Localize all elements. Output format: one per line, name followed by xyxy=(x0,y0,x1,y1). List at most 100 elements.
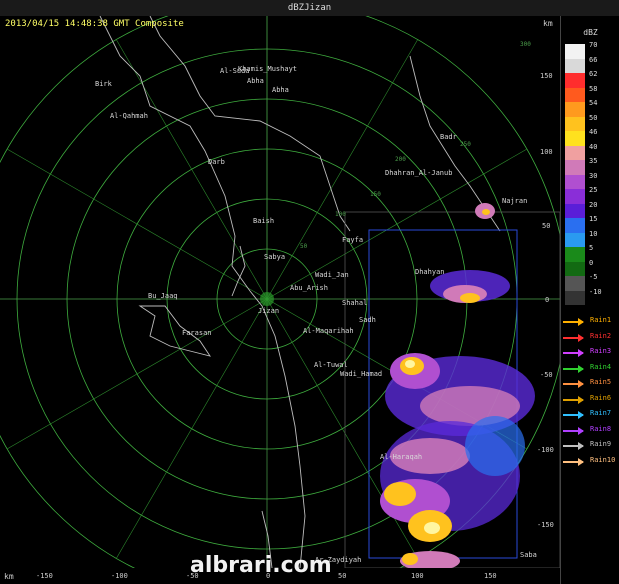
dbz-swatch-label: 50 xyxy=(589,113,598,122)
svg-text:150: 150 xyxy=(540,72,553,80)
legend-title: dBZ xyxy=(583,28,598,37)
dbz-swatch-label: 62 xyxy=(589,70,598,78)
city-label: Al-Haraqah xyxy=(380,453,422,461)
svg-text:200: 200 xyxy=(395,156,406,163)
km-unit-label-bottom: km xyxy=(4,572,14,581)
legend-panel: dBZ 70 66 62 58 54 50 46 40 35 30 25 20 15 10 5 0 -5 -10 … xyxy=(560,16,619,584)
rain-legend-label: Rain6 xyxy=(590,393,612,402)
dbz-swatch: 66 xyxy=(565,56,597,73)
radar-echoes xyxy=(260,203,535,568)
city-label: Najran xyxy=(502,197,527,205)
city-label: Abha xyxy=(272,86,289,94)
city-label: Al-Suda xyxy=(220,67,250,75)
dbz-swatch-label: 5 xyxy=(589,244,594,252)
dbz-swatch-label: 58 xyxy=(589,84,598,93)
arrow-icon xyxy=(563,333,584,342)
dbz-swatch: 0 xyxy=(565,259,593,276)
rain-legend-label: Rain2 xyxy=(590,331,612,340)
dbz-swatch: 25 xyxy=(565,186,597,204)
dbz-swatch-label: 46 xyxy=(589,128,598,136)
dbz-swatch: 54 xyxy=(565,99,597,117)
dbz-swatch: 46 xyxy=(565,128,597,146)
arrow-icon xyxy=(563,395,584,404)
arrow-icon xyxy=(563,457,584,466)
svg-text:100: 100 xyxy=(540,148,553,156)
svg-text:-100: -100 xyxy=(111,572,128,580)
dbz-swatch: -5 xyxy=(565,273,597,291)
dbz-swatch: 10 xyxy=(565,230,597,247)
rain-legend-label: Rain9 xyxy=(590,440,612,448)
svg-text:100: 100 xyxy=(335,211,346,218)
svg-text:50: 50 xyxy=(300,243,308,250)
svg-text:-100: -100 xyxy=(537,446,554,454)
rain-legend-label: Rain7 xyxy=(590,409,612,417)
city-label: Wadi_Hamad xyxy=(340,370,382,378)
dbz-swatch-label: -10 xyxy=(589,287,602,296)
arrow-icon xyxy=(563,442,584,450)
arrow-icon xyxy=(563,349,584,357)
dbz-color-scale: 70 66 62 58 54 50 46 40 35 30 25 20 15 10 5 0 -5 -10 xyxy=(565,41,602,305)
dbz-swatch-label: 30 xyxy=(589,171,598,180)
y-axis-ticks: 150 100 50 0 -50 -100 -150 xyxy=(537,72,554,529)
city-label: Abha xyxy=(247,77,264,85)
rain-legend-label: Rain5 xyxy=(590,378,612,386)
dbz-swatch-label: 10 xyxy=(589,229,598,238)
dbz-swatch-label: 20 xyxy=(589,200,598,209)
arrow-icon xyxy=(563,411,584,419)
dbz-swatch: 40 xyxy=(565,143,597,160)
svg-text:0: 0 xyxy=(545,296,549,304)
rain-legend-label: Rain8 xyxy=(590,424,612,433)
radar-map: 50 100 150 200 250 300 Khamis_Mushayt Al… xyxy=(0,16,560,568)
dbz-swatch: 50 xyxy=(565,114,597,131)
dbz-swatch-label: 25 xyxy=(589,186,598,194)
city-label: Sabya xyxy=(264,253,285,261)
dbz-swatch: 30 xyxy=(565,172,597,189)
dbz-swatch: 70 xyxy=(565,41,597,59)
city-label: Darb xyxy=(208,158,225,166)
arrow-icon xyxy=(563,426,584,435)
city-label: Fayfa xyxy=(342,236,363,244)
dbz-swatch: 20 xyxy=(565,201,597,218)
radar-display[interactable]: 50 100 150 200 250 300 Khamis_Mushayt Al… xyxy=(0,16,560,568)
dbz-swatch: 15 xyxy=(565,215,597,233)
city-label: Bu_Jaaq xyxy=(148,292,178,300)
dbz-swatch-label: 54 xyxy=(589,99,598,107)
city-label: Al-Tuwal xyxy=(314,361,348,369)
city-label: Al-Maqarihah xyxy=(303,327,354,335)
svg-text:-50: -50 xyxy=(540,371,553,379)
svg-text:300: 300 xyxy=(520,41,531,48)
rain-legend-label: Rain3 xyxy=(590,347,612,355)
dbz-swatch: 62 xyxy=(565,70,597,88)
svg-text:150: 150 xyxy=(484,572,497,580)
city-label: Dhahyan xyxy=(415,268,445,276)
city-label: Wadi_Jan xyxy=(315,271,349,279)
dbz-swatch-label: -5 xyxy=(589,273,598,281)
dbz-swatch-label: 66 xyxy=(589,55,598,64)
city-label: Saba xyxy=(520,551,537,559)
city-label: Abu_Arish xyxy=(290,284,328,292)
dbz-swatch-label: 40 xyxy=(589,142,598,151)
dbz-swatch-label: 15 xyxy=(589,215,598,223)
timestamp-label: 2013/04/15 14:48:38 GMT Composite xyxy=(5,19,184,29)
dbz-swatch: 58 xyxy=(565,85,597,102)
rain-legend-label: Rain10 xyxy=(590,455,616,464)
svg-text:50: 50 xyxy=(542,222,550,230)
ring-labels: 50 100 150 200 250 300 xyxy=(300,41,531,250)
svg-text:250: 250 xyxy=(460,141,471,148)
dbz-swatch-label: 0 xyxy=(589,258,594,267)
dbz-swatch-label: 70 xyxy=(589,41,598,49)
rain-legend-label: Rain4 xyxy=(590,362,612,371)
km-unit-label: km xyxy=(543,19,553,28)
arrow-icon xyxy=(563,364,584,373)
watermark: albrari.com xyxy=(190,553,332,578)
city-label: Sadh xyxy=(359,316,376,324)
dbz-swatch-label: 35 xyxy=(589,157,598,165)
city-label: Al-Qahmah xyxy=(110,112,148,120)
svg-text:150: 150 xyxy=(370,191,381,198)
city-label: Jizan xyxy=(258,307,279,315)
city-label: Shahal xyxy=(342,299,367,307)
city-label: Dhahran_Al-Janub xyxy=(385,169,452,177)
city-label: Farasan xyxy=(182,329,212,337)
svg-text:100: 100 xyxy=(411,572,424,580)
svg-text:50: 50 xyxy=(338,572,346,580)
